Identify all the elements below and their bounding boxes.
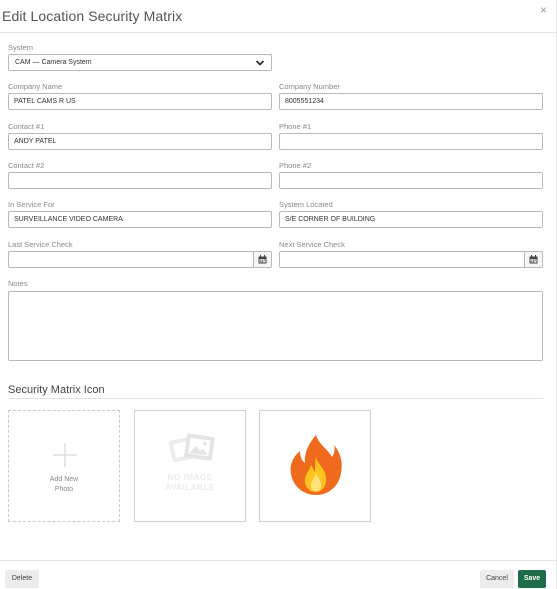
- last-service-check-input[interactable]: [8, 251, 272, 268]
- chevron-down-icon: [255, 60, 265, 66]
- edit-location-security-matrix-dialog: Edit Location Security Matrix × System C…: [0, 0, 557, 589]
- contact1-input[interactable]: ANDY PATEL: [8, 133, 272, 150]
- delete-button[interactable]: Delete: [5, 570, 39, 588]
- calendar-icon: [529, 255, 538, 264]
- last-service-check-label: Last Service Check: [8, 240, 73, 249]
- add-new-photo-tile[interactable]: Add New Photo: [8, 410, 120, 522]
- phone2-label: Phone #2: [279, 161, 312, 170]
- save-button[interactable]: Save: [518, 570, 546, 588]
- in-service-for-label: In Service For: [8, 200, 55, 209]
- company-name-input[interactable]: PATEL CAMS R US: [8, 93, 272, 110]
- system-select-value: CAM — Camera System: [15, 59, 92, 66]
- system-label: System: [8, 43, 34, 52]
- calendar-icon: [258, 255, 267, 264]
- calendar-button[interactable]: [524, 252, 542, 267]
- close-icon[interactable]: ×: [540, 4, 547, 16]
- company-number-input[interactable]: 8005551234: [279, 93, 543, 110]
- contact2-input[interactable]: [8, 172, 272, 189]
- company-number-label: Company Number: [279, 82, 340, 91]
- company-name-label: Company Name: [8, 82, 63, 91]
- contact1-label: Contact #1: [8, 122, 45, 131]
- no-image-available-tile[interactable]: NO IMAGE AVAILABLE: [134, 410, 246, 522]
- section-divider: [8, 398, 543, 399]
- fire-icon: [290, 435, 342, 495]
- phone1-input[interactable]: [279, 133, 543, 150]
- next-service-check-input[interactable]: [279, 251, 543, 268]
- contact2-label: Contact #2: [8, 161, 45, 170]
- add-new-photo-label: Add New Photo: [49, 476, 79, 493]
- system-located-input[interactable]: S/E CORNER OF BUILDING: [279, 211, 543, 228]
- fire-icon-tile[interactable]: [259, 410, 371, 522]
- dialog-header: Edit Location Security Matrix ×: [0, 0, 556, 33]
- next-service-check-label: Next Service Check: [279, 240, 345, 249]
- phone1-label: Phone #1: [279, 122, 312, 131]
- notes-textarea[interactable]: [8, 291, 543, 361]
- plus-icon: [53, 443, 77, 467]
- system-located-label: System Located: [279, 200, 333, 209]
- cancel-button[interactable]: Cancel: [480, 570, 514, 588]
- notes-label: Notes: [8, 279, 28, 288]
- dialog-footer: [0, 560, 556, 589]
- security-matrix-icon-heading: Security Matrix Icon: [8, 384, 105, 396]
- phone2-input[interactable]: [279, 172, 543, 189]
- calendar-button[interactable]: [253, 252, 271, 267]
- no-image-icon: [168, 433, 215, 463]
- no-image-label: NO IMAGE AVAILABLE: [164, 472, 216, 492]
- system-select[interactable]: CAM — Camera System: [8, 54, 272, 71]
- in-service-for-input[interactable]: SURVEILLANCE VIDEO CAMERA: [8, 211, 272, 228]
- dialog-title: Edit Location Security Matrix: [2, 8, 183, 24]
